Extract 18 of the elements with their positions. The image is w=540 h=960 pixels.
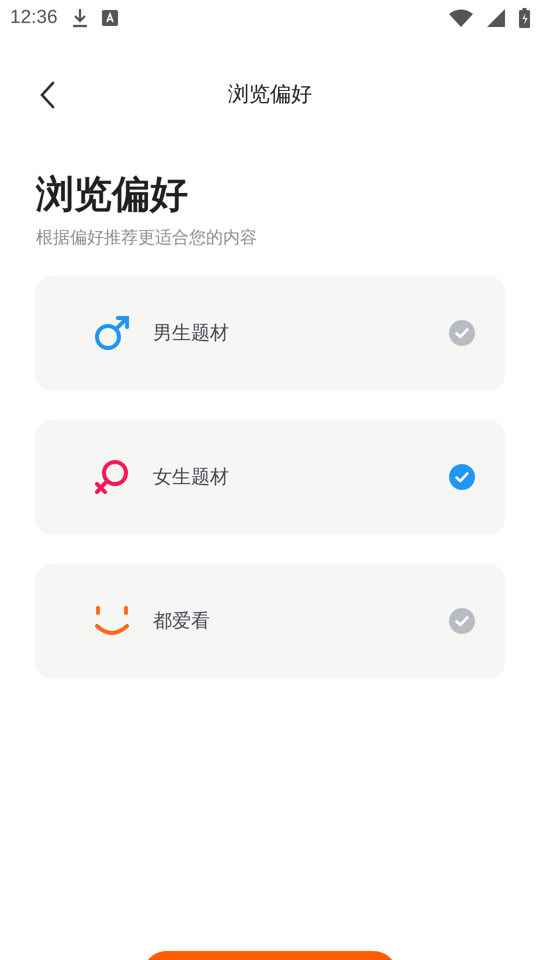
- option-label: 女生题材: [153, 465, 230, 490]
- preference-option[interactable]: 都爱看: [35, 564, 505, 679]
- option-label: 都爱看: [153, 609, 211, 634]
- back-icon: [39, 81, 55, 109]
- male-symbol-icon: [93, 314, 131, 352]
- battery-icon: [519, 8, 530, 28]
- status-time: 12:36: [10, 7, 58, 29]
- signal-icon: [487, 9, 505, 27]
- keyboard-app-icon: [102, 10, 118, 26]
- heading: 浏览偏好: [36, 172, 188, 218]
- page-title: 浏览偏好: [228, 81, 312, 108]
- female-symbol-icon: [93, 458, 131, 496]
- download-icon: [72, 8, 88, 28]
- preference-option[interactable]: 男生题材: [35, 276, 505, 391]
- wifi-icon: [449, 9, 473, 27]
- preference-option[interactable]: 女生题材: [35, 420, 505, 535]
- subtitle: 根据偏好推荐更适合您的内容: [36, 226, 257, 249]
- option-label: 男生题材: [153, 321, 230, 346]
